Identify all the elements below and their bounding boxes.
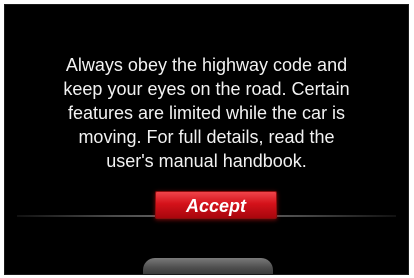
message-line: keep your eyes on the road. Certain	[63, 79, 350, 99]
message-line: user's manual handbook.	[106, 151, 307, 171]
message-line: Always obey the highway code and	[65, 55, 348, 75]
infotainment-screen: Always obey the highway code and keep yo…	[4, 4, 409, 275]
bottom-menu-tab[interactable]	[143, 258, 273, 274]
message-line: features are limited while the car is	[67, 103, 346, 123]
message-line: moving. For full details, read the	[78, 127, 335, 147]
safety-warning-message: Always obey the highway code and keep yo…	[5, 53, 408, 173]
accept-button[interactable]: Accept	[155, 191, 277, 219]
